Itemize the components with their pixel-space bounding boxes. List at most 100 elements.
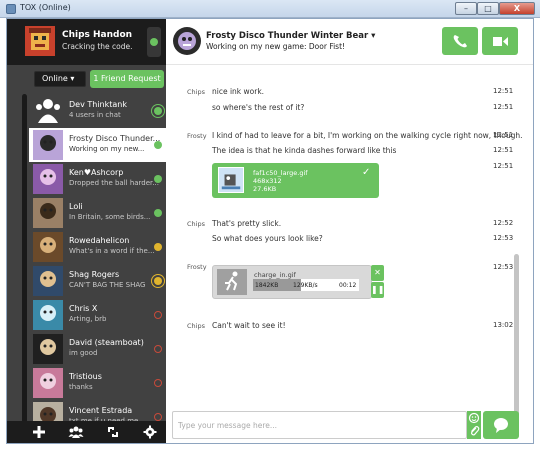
message-text: I kind of had to leave for a bit, I'm wo…	[212, 131, 523, 140]
message-input[interactable]	[178, 418, 458, 432]
self-status-message[interactable]: Cracking the code.	[62, 42, 133, 51]
speech-bubble-icon	[494, 418, 508, 433]
contact-item[interactable]: Shag Rogers CAN'T BAG THE SHAG	[29, 264, 166, 298]
message-text: Can't wait to see it!	[212, 321, 286, 330]
file-size: 27.6KB	[253, 185, 277, 193]
call-button[interactable]	[442, 27, 478, 55]
contact-item[interactable]: Rowedahelicon What's in a word if the...	[29, 230, 166, 264]
contact-item[interactable]: Loli In Britain, some birds...	[29, 196, 166, 230]
contact-status-message: CAN'T BAG THE SHAG	[69, 281, 146, 289]
message-author: Frosty	[187, 263, 207, 271]
cancel-transfer-button[interactable]: ✕	[371, 265, 384, 281]
transfer-speed: 129KB/s	[293, 282, 318, 289]
message-time: 13:02	[493, 321, 514, 329]
settings-gear-icon[interactable]	[142, 424, 158, 440]
message-scrollbar[interactable]	[514, 254, 519, 424]
contact-status-message: im good	[69, 349, 98, 357]
file-name: faf1c50_large.gif	[253, 169, 308, 177]
app-window: Chips Handon Cracking the code. Online ▾…	[6, 18, 534, 444]
message-time: 12:53	[493, 234, 514, 242]
contact-item[interactable]: Dev Thinktank 4 users in chat	[29, 94, 166, 128]
sidebar-toolbar	[7, 421, 166, 443]
message-time: 12:51	[493, 103, 514, 111]
message-text: So what does yours look like?	[212, 234, 323, 243]
message-composer	[172, 411, 467, 439]
contact-status-message: 4 users in chat	[69, 111, 121, 119]
video-call-button[interactable]	[482, 27, 518, 55]
window-title: TOX (Online)	[20, 3, 71, 12]
contact-name: Rowedahelicon	[69, 236, 130, 245]
chat-contact-status: Working on my new game: Door Fist!	[206, 42, 346, 51]
message-time: 12:52	[493, 219, 514, 227]
file-transfers-icon[interactable]	[105, 424, 121, 440]
add-friend-icon[interactable]	[31, 424, 47, 440]
message-author: Chips	[187, 322, 205, 330]
maximize-button[interactable]: □	[477, 2, 499, 15]
contact-status-message: What's in a word if the...	[69, 247, 155, 255]
send-button[interactable]	[483, 411, 519, 439]
message-time: 12:51	[493, 131, 514, 139]
online-status-dot	[150, 38, 158, 46]
contact-item[interactable]: Tristious thanks	[29, 366, 166, 400]
title-bar: TOX (Online) – □ X	[0, 0, 540, 18]
self-avatar[interactable]	[25, 26, 55, 56]
status-select[interactable]: Online ▾	[34, 71, 86, 87]
message-time: 12:51	[493, 162, 514, 170]
contact-item[interactable]: Ken♥Ashcorp Dropped the ball harder...	[29, 162, 166, 196]
friend-request-button[interactable]: 1 Friend Request	[90, 70, 164, 88]
group-chat-icon[interactable]	[68, 424, 84, 440]
contact-avatar	[33, 232, 63, 262]
contact-avatar[interactable]	[173, 27, 201, 55]
presence-status-dot	[154, 311, 162, 319]
presence-status-dot	[154, 175, 162, 183]
contact-name: Loli	[69, 202, 83, 211]
contact-avatar	[33, 334, 63, 364]
message-text: so where's the rest of it?	[212, 103, 305, 112]
contact-avatar	[33, 198, 63, 228]
presence-status-dot	[154, 209, 162, 217]
contact-avatar	[33, 368, 63, 398]
contact-status-message: Dropped the ball harder...	[69, 179, 159, 187]
message-text: That's pretty slick.	[212, 219, 282, 228]
contact-item[interactable]: Frosty Disco Thunder... Working on my new…	[29, 128, 166, 162]
contact-name: Tristious	[69, 372, 102, 381]
chat-header: Frosty Disco Thunder Winter Bear ▾ Worki…	[166, 19, 533, 65]
contact-name: Chris X	[69, 304, 98, 313]
contact-avatar	[33, 130, 63, 160]
presence-status-dot	[154, 141, 162, 149]
self-profile[interactable]: Chips Handon Cracking the code.	[7, 19, 166, 65]
contact-status-message: In Britain, some birds...	[69, 213, 151, 221]
self-status-toggle[interactable]	[147, 27, 161, 57]
presence-status-dot	[154, 379, 162, 387]
contact-item[interactable]: Chris X Arting, brb	[29, 298, 166, 332]
chat-contact-name[interactable]: Frosty Disco Thunder Winter Bear ▾	[206, 31, 375, 41]
transfer-eta: 00:12	[339, 282, 357, 289]
message-author: Frosty	[187, 132, 207, 140]
file-name: charge_in.gif	[254, 271, 296, 279]
message-time: 12:51	[493, 87, 514, 95]
message-author: Chips	[187, 220, 205, 228]
emoticon-icon[interactable]	[468, 412, 480, 424]
minimize-button[interactable]: –	[455, 2, 477, 15]
contact-name: David (steamboat)	[69, 338, 144, 347]
attach-paperclip-icon[interactable]	[471, 426, 480, 436]
checkmark-icon: ✓	[362, 167, 371, 178]
message-time: 12:53	[493, 263, 514, 271]
contact-status-message: Working on my new...	[69, 145, 145, 153]
contact-name: Frosty Disco Thunder...	[69, 134, 161, 143]
contact-name: Shag Rogers	[69, 270, 120, 279]
contact-avatar	[33, 266, 63, 296]
contact-status-message: Arting, brb	[69, 315, 107, 323]
contact-name: Ken♥Ashcorp	[69, 168, 124, 177]
file-size: 1842KB	[255, 282, 279, 289]
contact-item[interactable]: David (steamboat) im good	[29, 332, 166, 366]
close-button[interactable]: X	[499, 2, 535, 15]
contact-list-scrollbar[interactable]	[22, 94, 27, 424]
self-name: Chips Handon	[62, 30, 133, 40]
message-text: The idea is that he kinda dashes forward…	[212, 146, 397, 155]
contact-avatar	[33, 300, 63, 330]
contact-name: Vincent Estrada	[69, 406, 133, 415]
pause-transfer-button[interactable]: ❚❚	[371, 282, 384, 298]
file-transfer-complete[interactable]: faf1c50_large.gif 468x312 27.6KB ✓	[212, 163, 379, 198]
image-thumbnail[interactable]	[218, 167, 244, 193]
